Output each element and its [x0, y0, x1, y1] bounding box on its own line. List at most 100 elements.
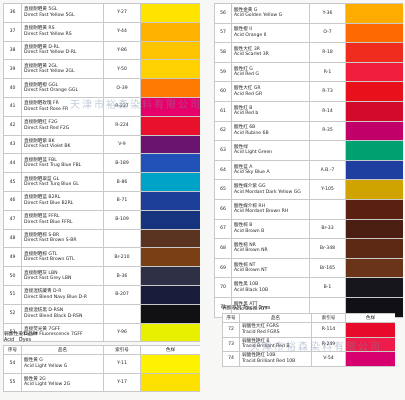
color-swatch: [346, 62, 403, 82]
dye-name: 直接混纺黑 D-RSN Direct Blend Black D-RSN: [22, 304, 104, 323]
watermark: 天津市裕森染料有限公司: [70, 100, 202, 111]
dye-number: 50: [4, 267, 22, 285]
dye-name: 直接耐晒黄 D-RL Direct Fast Yellow D-RL: [22, 41, 104, 60]
header-no: 序号: [223, 314, 240, 322]
color-swatch: [141, 41, 200, 60]
dye-number: 58: [215, 43, 232, 62]
dye-name-en: Direct Blend Black D-RSN: [24, 313, 83, 319]
acid-right-row-64: 64 酸性蓝 A Acid Sky Blue A A.B.-7: [215, 160, 403, 181]
acid-dyes-table-right: 56 酸性金黄 G Acid Golden Yellow G Y-36 57 酸性橙 II…: [214, 3, 403, 318]
acid-right-row-62: 62 酸性红 6B Acid Rubine 6B R-35: [215, 121, 403, 142]
color-swatch: [346, 278, 403, 297]
dye-name-en: Direct Fast Red F2G: [24, 125, 70, 131]
dye-name: 酸性棕 NR Acid Brown NR: [232, 239, 310, 258]
dye-name-en: Direct Fast Brown S-BR: [24, 238, 77, 244]
dye-name: 直接耐晒橙 GGL Direct Fast Orange GGL: [22, 79, 104, 97]
dye-name-en: Acid Red G: [234, 72, 259, 78]
acid-right-row-61: 61 酸性红 B Acid Red b R-14: [215, 101, 403, 122]
color-swatch: [346, 199, 403, 219]
dye-name: 酸性棕 B Acid Brown B: [232, 219, 310, 239]
color-swatch: [141, 173, 200, 191]
dye-name-en: Acid Brown NR: [234, 248, 268, 254]
dye-number: 69: [215, 258, 232, 278]
color-swatch: [141, 154, 200, 173]
color-swatch: [346, 352, 395, 366]
header-name: 品名: [240, 314, 312, 322]
color-index-code: R-114: [312, 323, 346, 337]
dye-name-en: Acid Orange II: [234, 32, 267, 38]
table-header-row: 序号 品名 索引号 色样: [4, 346, 200, 355]
dye-name-en: Acid Mordant Dark Yellow GG: [234, 189, 301, 195]
dye-name-en: Direct Fast Violet BK: [24, 144, 71, 150]
dye-name-en: Tracid Brilliant Red 10B: [242, 358, 296, 364]
dye-name: 酸性橙 II Acid Orange II: [232, 23, 310, 43]
color-swatch: [346, 43, 403, 62]
color-index-code: Y-44: [104, 22, 141, 41]
acid-row-54: 54 酸性黄 G Acid Light Yellow G Y-11: [4, 355, 200, 374]
dye-name-en: Acid Red GR: [234, 91, 263, 97]
dye-name: 酸性蓝 A Acid Sky Blue A: [232, 160, 310, 180]
color-swatch: [141, 22, 200, 41]
dye-name: 直接耐晒黄 5GL Direct Fast Yellow 5GL: [22, 4, 104, 22]
color-swatch: [141, 210, 200, 229]
direct-row-48: 48 直接耐晒棕 S-BR Direct Fast Brown S-BR: [4, 229, 200, 249]
dye-number: 74: [223, 352, 240, 366]
direct-row-37: 37 直接耐晒黄 RS Direct Fast Yellow RS Y-44: [4, 22, 200, 42]
color-index-code: Y-11: [104, 355, 141, 373]
dye-number: 40: [4, 79, 22, 97]
dye-number: 56: [215, 4, 232, 23]
dye-number: 61: [215, 101, 232, 121]
dye-name: 直接耐晒黄 RS Direct Fast Yellow RS: [22, 22, 104, 41]
dye-number: 49: [4, 248, 22, 267]
dye-name: 直接耐晒棕 GTL Direct Fast Brown GTL: [22, 248, 104, 267]
color-index-code: R-18: [310, 43, 346, 62]
color-swatch: [141, 60, 200, 79]
color-index-code: B-189: [104, 154, 141, 173]
color-swatch: [141, 4, 200, 22]
dye-number: 73: [223, 337, 240, 351]
dye-name-en: Direct Fast Yellow D-RL: [24, 50, 77, 56]
dye-number: 54: [4, 355, 22, 373]
color-index-code: O-7: [310, 23, 346, 43]
color-index-code: [104, 229, 141, 248]
dye-name-en: Direct Fast Orange GGL: [24, 88, 79, 94]
color-swatch: [346, 180, 403, 199]
dye-number: 63: [215, 141, 232, 160]
dye-name: 酸性金黄 G Acid Golden Yellow G: [232, 4, 310, 23]
color-index-code: Y-27: [104, 4, 141, 22]
dye-name: 酸性绿 Acid Light Green: [232, 141, 310, 160]
dye-number: 55: [4, 373, 22, 391]
color-swatch: [141, 267, 200, 285]
color-swatch: [141, 79, 200, 97]
dye-name: 直接混纺藏青 D-R Direct Blend Navy Blue D-R: [22, 285, 104, 304]
acid-right-row-65: 65 酸性媒介紫 GG Acid Mordant Dark Yellow GG Y-1…: [215, 180, 403, 200]
dye-name: 酸性棕 NT Acid Brown NT: [232, 258, 310, 278]
dye-name: 酸性媒介紫 GG Acid Mordant Dark Yellow GG: [232, 180, 310, 199]
color-swatch: [141, 355, 200, 373]
color-index-code: A.B.-7: [310, 160, 346, 180]
acid-section-title: 弱酸性染料品种 Acid Dyes: [4, 332, 38, 344]
dye-number: 45: [4, 173, 22, 191]
dye-name: 直接耐晒蓝 FFRL Direct Fast Blue FFRL: [22, 210, 104, 229]
acid-right-row-68: 68 酸性棕 NR Acid Brown NR Br-348: [215, 239, 403, 259]
dye-number: 67: [215, 219, 232, 239]
color-swatch: [346, 239, 403, 258]
dye-name-en: Acid Black 10B: [234, 287, 269, 293]
dye-number: 62: [215, 121, 232, 141]
dye-name: 直接耐晒黄 2GL Direct Fast Yellow 2GL: [22, 60, 104, 79]
dye-name: 酸性红 B Acid Red b: [232, 101, 310, 121]
direct-row-45: 45 直接耐晒翠蓝 GL Direct Fast Turq Blue GL B-86: [4, 173, 200, 192]
color-index-code: V-54: [312, 352, 346, 366]
color-index-code: R-35: [310, 121, 346, 141]
color-index-code: [310, 141, 346, 160]
dye-name: 酸性黑 10B Acid Black 10B: [232, 278, 310, 297]
acid-right-row-66: 66 酸性媒介棕 RH Acid Mordant Brown RH: [215, 199, 403, 220]
color-swatch: [346, 82, 403, 101]
dye-number: 59: [215, 62, 232, 82]
color-swatch: [141, 248, 200, 267]
dye-name-en: Acid Brown B: [234, 228, 265, 234]
dye-name-en: Direct Blend Navy Blue D-R: [24, 294, 87, 300]
direct-dyes-table: 36 直接耐晒黄 5GL Direct Fast Yellow 5GL Y-27 37 直…: [3, 3, 200, 343]
dye-name: 酸性黄 G Acid Light Yellow G: [22, 355, 104, 373]
direct-row-47: 47 直接耐晒蓝 FFRL Direct Fast Blue FFRL B-109: [4, 210, 200, 230]
